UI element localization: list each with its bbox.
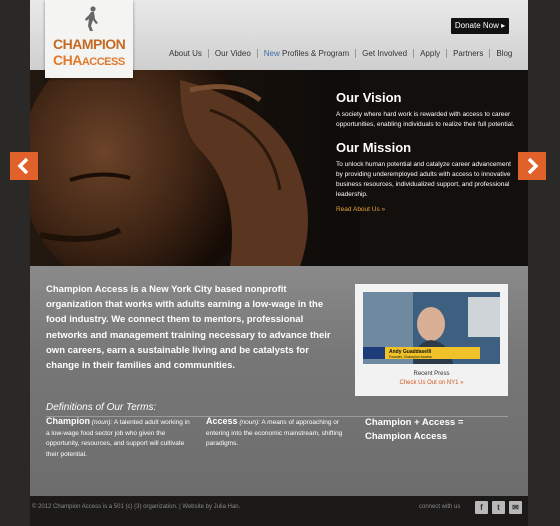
equation-line-2: Champion Access	[365, 431, 448, 442]
equation-line-1: Champion + Access =	[365, 417, 464, 428]
site-footer: © 2012 Champion Access is a 501 (c) (3) …	[30, 496, 528, 526]
nav-our-video[interactable]: Our Video	[207, 49, 257, 58]
nav-blog[interactable]: Blog	[489, 49, 518, 58]
hero-photo	[30, 70, 360, 266]
page: CHAMPION CHAACCESS Donate Now ▸ About Us…	[30, 0, 528, 526]
copyright-text: © 2012 Champion Access is a 501 (c) (3) …	[32, 504, 241, 510]
intro-text: Champion Access is a New York City based…	[46, 284, 331, 372]
main-nav: About Us Our Video New Profiles & Progra…	[163, 49, 518, 58]
hero-slideshow: Our Vision A society where hard work is …	[30, 70, 528, 266]
recent-press-label: Recent Press	[413, 371, 450, 377]
nav-about-us[interactable]: About Us	[163, 49, 208, 58]
chevron-left-icon	[17, 157, 29, 175]
connect-label: connect with us	[419, 504, 461, 510]
definition-pos: (noun):	[90, 419, 113, 426]
slideshow-next-button[interactable]	[518, 152, 546, 180]
recent-press-box: Andy Guaddaselli Founder, Champion Acces…	[355, 284, 508, 396]
vision-title: Our Vision	[336, 90, 402, 105]
nav-apply[interactable]: Apply	[413, 49, 446, 58]
logo-text-top: CHAMPION	[53, 36, 126, 52]
definition-pos: (noun):	[237, 419, 260, 426]
definition-access: Access (noun): A means of approaching or…	[206, 416, 354, 450]
definitions-title: Definitions of Our Terms:	[46, 402, 157, 413]
video-caption-sub: Founder, Champion Access	[389, 355, 432, 359]
nav-profiles-label: Profiles & Program	[279, 49, 350, 58]
facebook-icon[interactable]: f	[475, 501, 488, 514]
read-about-us-link[interactable]: Read About Us »	[336, 206, 516, 213]
champion-access-logo[interactable]: CHAMPION CHAACCESS	[45, 0, 133, 78]
definition-term: Access	[206, 416, 238, 426]
mission-title: Our Mission	[336, 140, 412, 155]
main-content: Champion Access is a New York City based…	[30, 266, 528, 496]
donate-now-button[interactable]: Donate Now ▸	[451, 18, 509, 34]
ny1-video-thumbnail[interactable]: Andy Guaddaselli Founder, Champion Acces…	[363, 292, 500, 364]
twitter-icon[interactable]: t	[492, 501, 505, 514]
site-header: CHAMPION CHAACCESS Donate Now ▸ About Us…	[30, 0, 528, 78]
nav-partners[interactable]: Partners	[446, 49, 489, 58]
chevron-right-icon	[527, 157, 539, 175]
logo-text-bottom: CHAACCESS	[53, 52, 125, 68]
vision-mission-panel: Our Vision A society where hard work is …	[336, 90, 516, 213]
definition-champion: Champion (noun): A talented adult workin…	[46, 416, 194, 460]
mission-text: To unlock human potential and catalyze c…	[336, 161, 511, 198]
definition-equation: Champion + Access = Champion Access	[365, 416, 463, 444]
vision-text: A society where hard work is rewarded wi…	[336, 111, 515, 128]
mail-icon[interactable]: ✉	[509, 501, 522, 514]
ny1-link[interactable]: Check Us Out on NY1 »	[355, 380, 508, 386]
nav-new-badge: New	[263, 49, 280, 58]
nav-get-involved[interactable]: Get Involved	[355, 49, 413, 58]
definition-term: Champion	[46, 416, 90, 426]
slideshow-prev-button[interactable]	[10, 152, 38, 180]
runner-figure-icon	[85, 6, 98, 31]
nav-profiles-program[interactable]: New Profiles & Program	[256, 49, 355, 58]
